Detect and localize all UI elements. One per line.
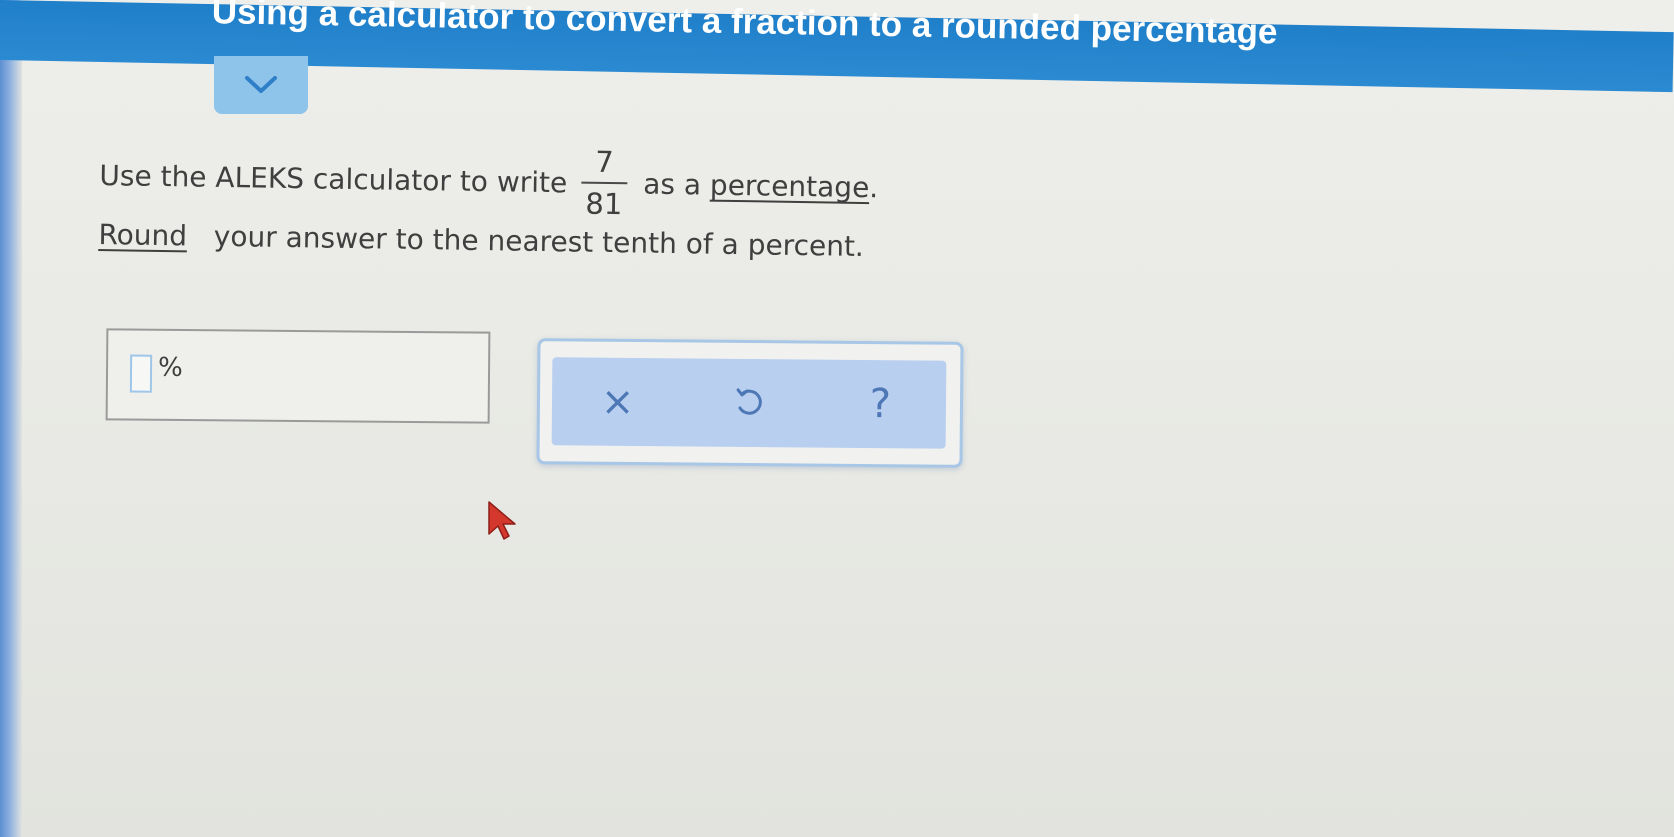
round-link[interactable]: Round: [98, 218, 187, 252]
question-line2-rest: your answer to the nearest tenth of a pe…: [213, 219, 865, 263]
question-prefix: Use the ALEKS calculator to write: [99, 159, 568, 200]
fraction-numerator: 7: [595, 144, 615, 180]
page: Using a calculator to convert a fraction…: [0, 0, 1674, 837]
percentage-link[interactable]: percentage: [710, 169, 870, 204]
fraction-bar: [581, 181, 628, 185]
question-middle: as a: [642, 167, 702, 202]
help-icon: ?: [869, 381, 892, 428]
question-line-1: Use the ALEKS calculator to write 7 81 a…: [99, 138, 879, 226]
answer-tools-panel: × ?: [536, 338, 964, 468]
help-button[interactable]: ?: [835, 369, 926, 440]
clear-icon: ×: [600, 378, 635, 425]
chevron-down-icon: [245, 76, 277, 93]
answer-tools-bar: × ?: [551, 357, 947, 449]
fraction-denominator: 81: [585, 186, 623, 222]
undo-icon: [736, 388, 762, 415]
answer-input[interactable]: [129, 354, 153, 393]
window-edge: [0, 0, 22, 837]
collapse-button[interactable]: [214, 56, 308, 114]
header-title: Using a calculator to convert a fraction…: [211, 0, 1278, 52]
fraction: 7 81: [581, 144, 628, 222]
clear-button[interactable]: ×: [572, 366, 663, 437]
mouse-cursor-icon: [488, 501, 516, 540]
question-text: Use the ALEKS calculator to write 7 81 a…: [98, 138, 879, 263]
question-line-2: Round your answer to the nearest tenth o…: [98, 218, 877, 263]
answer-box: %: [105, 328, 491, 424]
undo-button[interactable]: [704, 368, 795, 439]
percent-sign: %: [157, 352, 183, 383]
question-period: .: [869, 171, 879, 205]
